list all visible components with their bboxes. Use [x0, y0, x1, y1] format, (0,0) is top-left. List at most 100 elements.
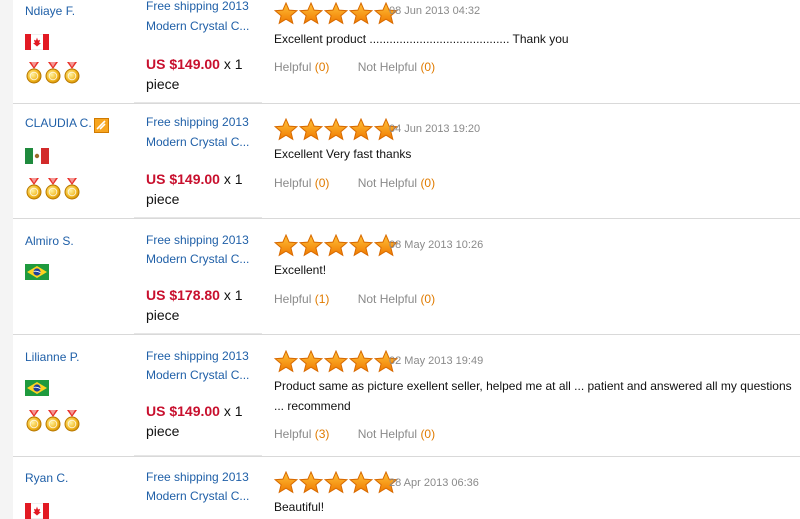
quantity: x 1	[223, 287, 243, 303]
review-comment: Excellent Very fast thanks	[274, 147, 412, 161]
review-row: Almiro S. Free shipping 2013 Modern Crys…	[13, 219, 800, 335]
star-icon	[324, 234, 348, 257]
product-link[interactable]: Modern Crystal C...	[146, 252, 261, 266]
star-icon	[349, 2, 373, 25]
star-icon	[299, 118, 323, 141]
order-info: US $178.80 x 1 piece	[146, 285, 256, 325]
reviewer-name[interactable]: Ndiaye F.	[25, 4, 75, 18]
helpful-link[interactable]: Helpful (1)	[274, 292, 329, 306]
star-rating	[274, 350, 398, 373]
product-link[interactable]: Free shipping 2013	[146, 115, 261, 129]
star-icon	[324, 118, 348, 141]
product-link[interactable]: Modern Crystal C...	[146, 368, 261, 382]
medal-icon	[64, 410, 80, 432]
star-rating	[274, 2, 398, 25]
star-icon	[349, 350, 373, 373]
reviewer-name[interactable]: CLAUDIA C.	[25, 116, 92, 130]
product-link[interactable]: Modern Crystal C...	[146, 135, 261, 149]
star-rating	[274, 234, 398, 257]
star-icon	[274, 118, 298, 141]
medal-icon	[45, 62, 61, 84]
star-icon	[299, 471, 323, 494]
star-icon	[324, 2, 348, 25]
unit: piece	[146, 76, 180, 92]
not-helpful-link[interactable]: Not Helpful (0)	[358, 427, 435, 441]
medal-icon	[26, 410, 42, 432]
medal-icon	[45, 178, 61, 200]
helpful-link[interactable]: Helpful (0)	[274, 60, 329, 74]
review-date: 28 Apr 2013 06:36	[389, 477, 479, 489]
review-comment: Beautiful!	[274, 500, 325, 514]
not-helpful-link[interactable]: Not Helpful (0)	[358, 60, 435, 74]
order-info: US $149.00 x 1 piece	[146, 54, 256, 94]
quantity: x 1	[223, 171, 243, 187]
buyer-medals	[26, 178, 80, 200]
star-icon	[299, 234, 323, 257]
canada-flag-icon	[25, 34, 49, 50]
star-icon	[274, 471, 298, 494]
quantity: x 1	[223, 56, 243, 72]
price: US $149.00	[146, 403, 220, 419]
product-link[interactable]: Free shipping 2013	[146, 233, 261, 247]
price: US $149.00	[146, 171, 220, 187]
price: US $178.80	[146, 287, 220, 303]
quantity: x 1	[223, 403, 243, 419]
star-icon	[349, 118, 373, 141]
star-icon	[324, 471, 348, 494]
reviewer-name[interactable]: Ryan C.	[25, 471, 68, 485]
helpful-votes: Helpful (0) Not Helpful (0)	[274, 176, 435, 190]
not-helpful-link[interactable]: Not Helpful (0)	[358, 292, 435, 306]
helpful-votes: Helpful (0) Not Helpful (0)	[274, 60, 435, 74]
price: US $149.00	[146, 56, 220, 72]
not-helpful-link[interactable]: Not Helpful (0)	[358, 176, 435, 190]
medal-icon	[64, 178, 80, 200]
canada-flag-icon	[25, 503, 49, 519]
star-rating	[274, 118, 398, 141]
product-link[interactable]: Modern Crystal C...	[146, 489, 261, 503]
helpful-votes: Helpful (3) Not Helpful (0)	[274, 427, 435, 441]
star-icon	[349, 234, 373, 257]
review-comment: Excellent product ......................…	[274, 32, 569, 46]
star-icon	[349, 471, 373, 494]
helpful-link[interactable]: Helpful (3)	[274, 427, 329, 441]
brazil-flag-icon	[25, 264, 49, 280]
unit: piece	[146, 191, 180, 207]
star-icon	[274, 2, 298, 25]
medal-icon	[26, 62, 42, 84]
buyer-medals	[26, 410, 80, 432]
product-link[interactable]: Free shipping 2013	[146, 349, 261, 363]
reviewer-name[interactable]: Lilianne P.	[25, 350, 80, 364]
buyer-medals	[26, 62, 80, 84]
star-icon	[274, 234, 298, 257]
reviewer-name[interactable]: Almiro S.	[25, 234, 74, 248]
order-info: US $149.00 x 1 piece	[146, 401, 256, 441]
review-row: Ryan C. Free shipping 2013 Modern Crysta…	[13, 457, 800, 519]
product-link[interactable]: Modern Crystal C...	[146, 19, 261, 33]
star-rating	[274, 471, 398, 494]
star-icon	[299, 350, 323, 373]
mexico-flag-icon	[25, 148, 49, 164]
left-rail	[0, 0, 13, 519]
review-date: 08 Jun 2013 04:32	[389, 5, 481, 17]
review-comment: Product same as picture exellent seller,…	[274, 379, 792, 413]
review-row: Ndiaye F. Free shipping 2013 Modern Crys…	[13, 0, 800, 104]
medal-icon	[45, 410, 61, 432]
verified-buyer-icon	[94, 118, 109, 133]
order-info: US $149.00 x 1 piece	[146, 169, 256, 209]
review-date: 08 May 2013 10:26	[389, 239, 484, 251]
medal-icon	[26, 178, 42, 200]
product-link[interactable]: Free shipping 2013	[146, 0, 261, 13]
review-date: 04 Jun 2013 19:20	[389, 123, 481, 135]
product-column: Free shipping 2013 Modern Crystal C... U…	[134, 0, 262, 103]
review-row: CLAUDIA C. Free shipping 2013 Modern Cry…	[13, 103, 800, 219]
review-date: 02 May 2013 19:49	[389, 355, 484, 367]
reviewer-column: Ndiaye F.	[13, 0, 133, 103]
medal-icon	[64, 62, 80, 84]
product-link[interactable]: Free shipping 2013	[146, 470, 261, 484]
product-column: Free shipping 2013 Modern Crystal C... U…	[134, 219, 262, 334]
brazil-flag-icon	[25, 380, 49, 396]
unit: piece	[146, 307, 180, 323]
helpful-link[interactable]: Helpful (0)	[274, 176, 329, 190]
helpful-votes: Helpful (1) Not Helpful (0)	[274, 292, 435, 306]
review-comment: Excellent!	[274, 263, 327, 277]
